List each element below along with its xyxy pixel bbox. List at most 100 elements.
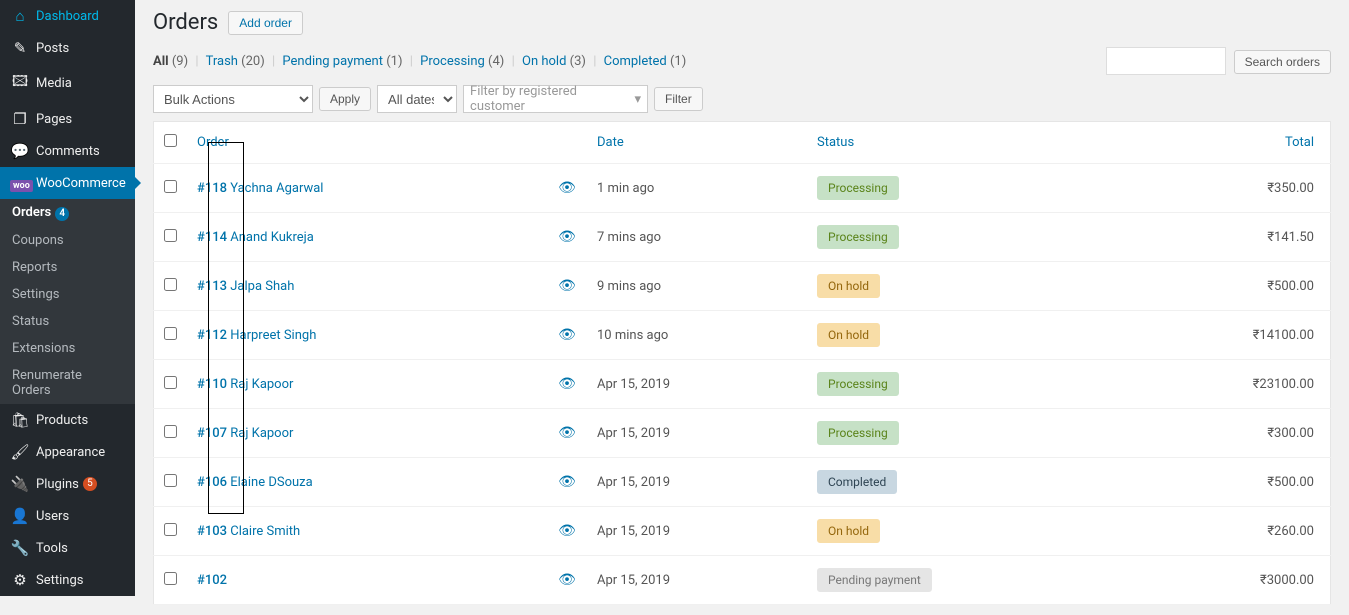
order-cell: #103 Claire Smith [187, 507, 547, 556]
order-cell: #112 Harpreet Singh [187, 311, 547, 360]
submenu-coupons[interactable]: Coupons [0, 227, 135, 254]
filter-processing[interactable]: Processing (4) [420, 54, 504, 69]
order-link[interactable]: #102 [197, 573, 227, 588]
sidebar-item-settings[interactable]: ⚙Settings [0, 564, 135, 596]
eye-icon[interactable]: 👁 [558, 572, 576, 588]
eye-icon[interactable]: 👁 [558, 474, 576, 490]
filter-pending[interactable]: Pending payment (1) [282, 54, 402, 69]
sidebar-item-products[interactable]: 🛍 Products [0, 404, 135, 436]
search-box: Search orders [1106, 47, 1331, 75]
sidebar-item-plugins[interactable]: 🔌Plugins5 [0, 468, 135, 500]
sidebar-item-media[interactable]: 🖾Media [0, 64, 135, 103]
sidebar-item-posts[interactable]: ✎Posts [0, 32, 135, 64]
sidebar-item-tools[interactable]: 🔧 Tools [0, 532, 135, 564]
eye-icon[interactable]: 👁 [558, 180, 576, 196]
total-cell: ₹3000.00 [1167, 556, 1331, 605]
row-checkbox[interactable] [164, 278, 177, 291]
row-checkbox[interactable] [164, 474, 177, 487]
order-link[interactable]: #114 Anand Kukreja [197, 230, 314, 245]
total-cell: ₹350.00 [1167, 164, 1331, 213]
sidebar-item-users[interactable]: 👤Users [0, 500, 135, 532]
eye-icon[interactable]: 👁 [558, 425, 576, 441]
sidebar-item-label: Tools [36, 541, 68, 556]
order-link[interactable]: #106 Elaine DSouza [197, 475, 313, 490]
date-header[interactable]: Date [587, 122, 807, 164]
page-title: Orders [153, 10, 218, 35]
sidebar-item-label: Products [36, 413, 88, 428]
table-row: #107 Raj Kapoor👁Apr 15, 2019Processing₹3… [154, 409, 1331, 458]
row-checkbox[interactable] [164, 425, 177, 438]
status-cell: Processing [807, 409, 1167, 458]
row-checkbox[interactable] [164, 523, 177, 536]
order-cell: #107 Raj Kapoor [187, 409, 547, 458]
date-cell: 10 mins ago [587, 311, 807, 360]
search-button[interactable]: Search orders [1234, 50, 1331, 74]
eye-icon[interactable]: 👁 [558, 327, 576, 343]
filter-all[interactable]: All (9) [153, 54, 188, 69]
order-cell: #113 Jalpa Shah [187, 262, 547, 311]
status-header[interactable]: Status [807, 122, 1167, 164]
status-badge: On hold [817, 323, 880, 347]
eye-icon[interactable]: 👁 [558, 278, 576, 294]
row-checkbox[interactable] [164, 572, 177, 585]
date-cell: Apr 15, 2019 [587, 409, 807, 458]
sidebar-item-appearance[interactable]: 🖌Appearance [0, 436, 135, 468]
eye-icon[interactable]: 👁 [558, 523, 576, 539]
order-cell: #114 Anand Kukreja [187, 213, 547, 262]
row-checkbox[interactable] [164, 229, 177, 242]
submenu-reports[interactable]: Reports [0, 254, 135, 281]
status-cell: Processing [807, 164, 1167, 213]
order-link[interactable]: #113 Jalpa Shah [197, 279, 294, 294]
sidebar-item-dashboard[interactable]: ⌂Dashboard [0, 0, 135, 32]
add-order-button[interactable]: Add order [228, 11, 303, 35]
sidebar-item-label: Comments [36, 144, 100, 159]
sidebar-item-comments[interactable]: 💬Comments [0, 135, 135, 167]
sidebar-item-label: Posts [36, 41, 69, 56]
sidebar-item-pages[interactable]: ❐Pages [0, 103, 135, 135]
submenu-status[interactable]: Status [0, 308, 135, 335]
appearance-icon: 🖌 [10, 443, 30, 461]
order-link[interactable]: #103 Claire Smith [197, 524, 300, 539]
select-all-checkbox[interactable] [164, 134, 177, 147]
submenu-settings[interactable]: Settings [0, 281, 135, 308]
row-checkbox[interactable] [164, 376, 177, 389]
tools-icon: 🔧 [10, 539, 30, 557]
status-cell: Completed [807, 458, 1167, 507]
order-header[interactable]: Order [187, 122, 547, 164]
products-icon: 🛍 [10, 411, 30, 429]
order-link[interactable]: #107 Raj Kapoor [197, 426, 293, 441]
filter-completed[interactable]: Completed (1) [604, 54, 687, 69]
submenu-renumerate-orders[interactable]: Renumerate Orders [0, 362, 135, 404]
status-cell: Processing [807, 360, 1167, 409]
customer-filter-select[interactable]: Filter by registered customer▾ [463, 85, 648, 113]
sidebar-item-label: Users [36, 509, 69, 524]
filter-onhold[interactable]: On hold (3) [522, 54, 586, 69]
sidebar-item-woocommerce[interactable]: wooWooCommerce [0, 167, 135, 199]
eye-icon[interactable]: 👁 [558, 376, 576, 392]
submenu-extensions[interactable]: Extensions [0, 335, 135, 362]
order-link[interactable]: #110 Raj Kapoor [197, 377, 293, 392]
status-cell: Pending payment [807, 556, 1167, 605]
woocommerce-icon: woo [10, 174, 30, 192]
status-cell: On hold [807, 311, 1167, 360]
total-header[interactable]: Total [1167, 122, 1331, 164]
pages-icon: ❐ [10, 110, 30, 128]
order-link[interactable]: #112 Harpreet Singh [197, 328, 316, 343]
admin-sidebar: ⌂Dashboard✎Posts🖾Media❐Pages💬Commentswoo… [0, 0, 135, 596]
woo-submenu: Orders4CouponsReportsSettingsStatusExten… [0, 199, 135, 404]
apply-button[interactable]: Apply [319, 87, 371, 111]
status-cell: On hold [807, 507, 1167, 556]
search-input[interactable] [1106, 47, 1226, 75]
submenu-orders[interactable]: Orders4 [0, 199, 135, 227]
date-cell: 9 mins ago [587, 262, 807, 311]
order-cell: #118 Yachna Agarwal [187, 164, 547, 213]
bulk-actions-select[interactable]: Bulk Actions [153, 85, 313, 113]
filter-button[interactable]: Filter [654, 87, 703, 111]
order-link[interactable]: #118 Yachna Agarwal [197, 181, 323, 196]
eye-icon[interactable]: 👁 [558, 229, 576, 245]
row-checkbox[interactable] [164, 180, 177, 193]
dates-select[interactable]: All dates [377, 85, 457, 113]
filter-trash[interactable]: Trash (20) [206, 54, 265, 69]
row-checkbox[interactable] [164, 327, 177, 340]
table-row: #102 👁Apr 15, 2019Pending payment₹3000.0… [154, 556, 1331, 605]
